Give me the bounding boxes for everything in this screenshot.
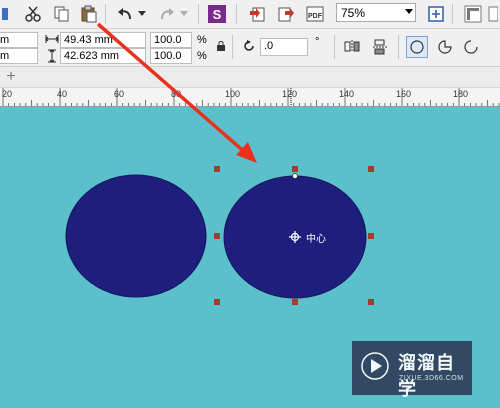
watermark-url: ZIXUE.3D66.COM — [399, 375, 464, 382]
selection-handle-left[interactable] — [214, 233, 220, 239]
selection-handle-right[interactable] — [368, 233, 374, 239]
watermark-logo-icon — [360, 351, 390, 381]
selection-handle-bottom[interactable] — [292, 299, 298, 305]
center-label: 中心 — [306, 234, 326, 245]
selection-handle-bottom-left[interactable] — [214, 299, 220, 305]
selection-handle-bottom-right[interactable] — [368, 299, 374, 305]
selection-handle-top[interactable] — [292, 166, 298, 172]
center-crosshair-icon[interactable] — [289, 231, 301, 246]
ellipse-node-handle[interactable] — [292, 173, 298, 179]
annotation-arrow-line — [96, 22, 250, 157]
selection-handle-top-left[interactable] — [214, 166, 220, 172]
watermark: 溜溜自学 ZIXUE.3D66.COM — [352, 341, 472, 400]
selection-handle-top-right[interactable] — [368, 166, 374, 172]
ellipse-left[interactable] — [65, 174, 207, 298]
